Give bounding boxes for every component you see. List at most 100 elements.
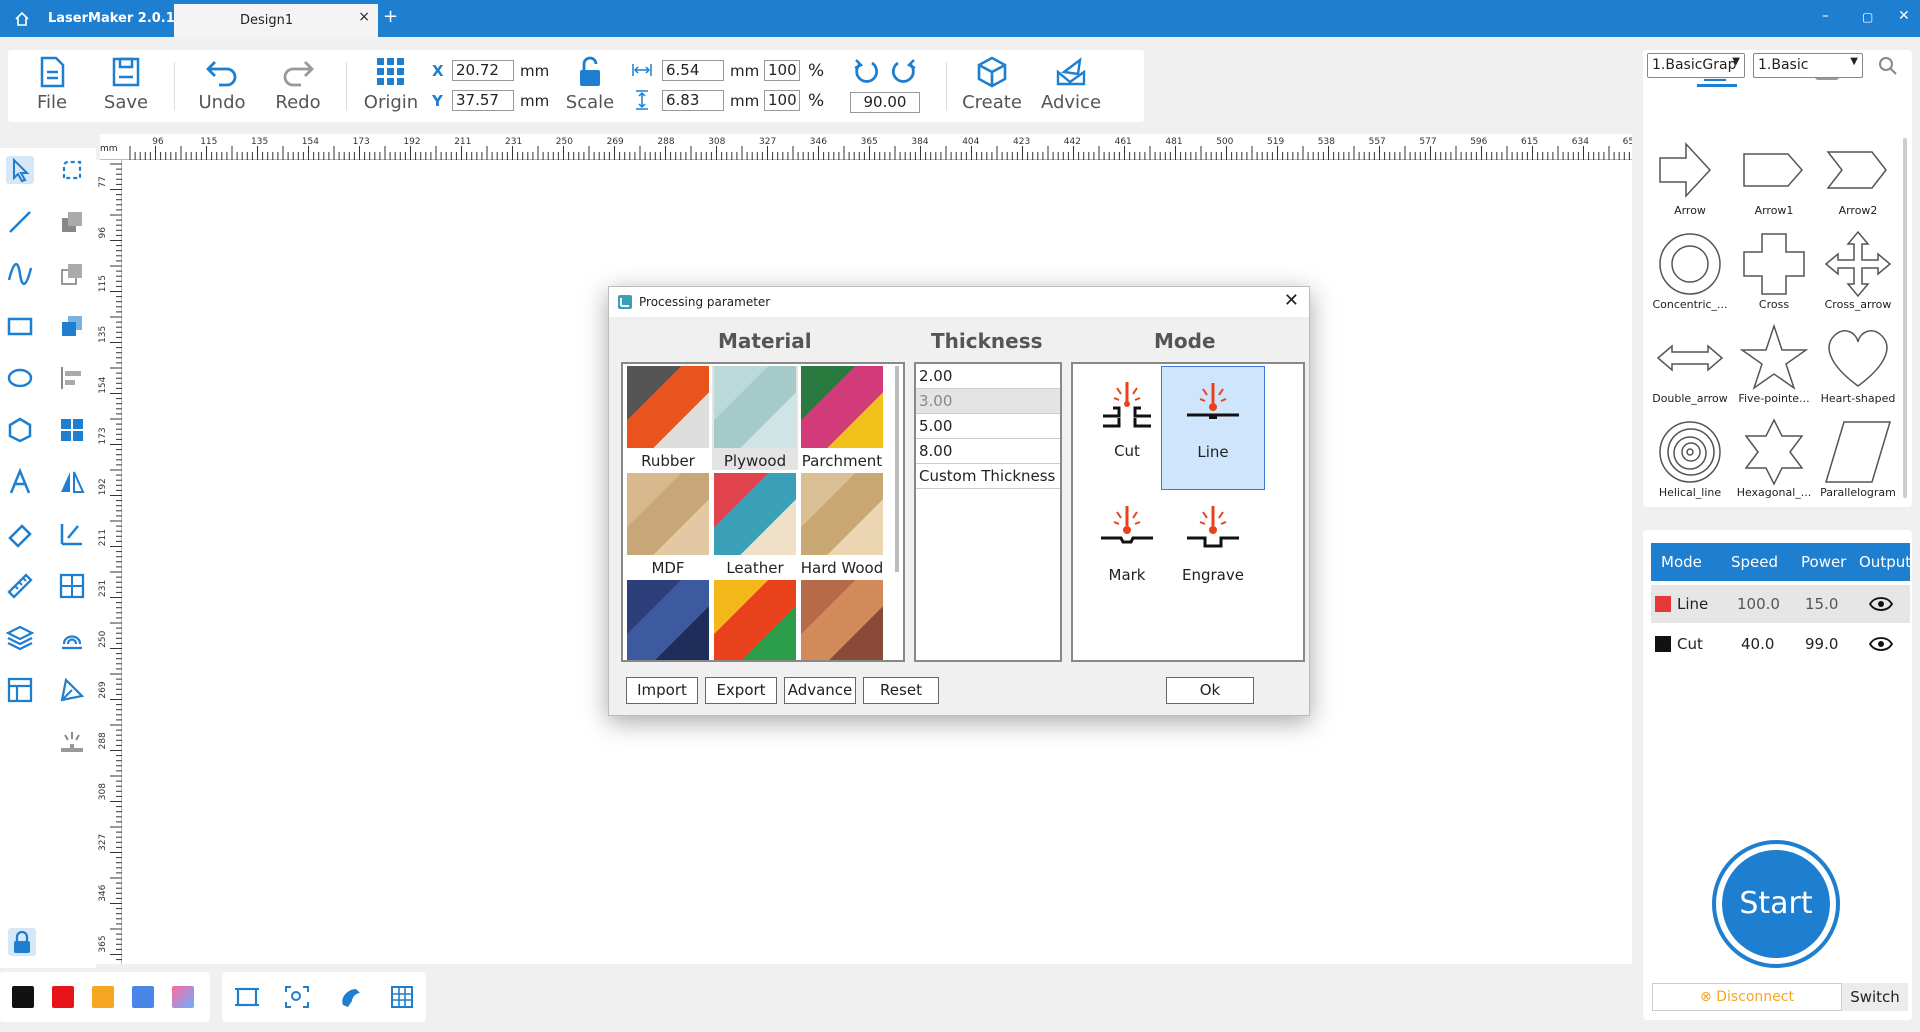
material-item[interactable]: MDF — [625, 473, 711, 577]
close-tab-icon[interactable]: × — [358, 9, 370, 25]
line-tool-icon[interactable] — [6, 208, 34, 236]
height-input[interactable]: 6.83 — [662, 90, 724, 111]
hand-pan-icon[interactable] — [338, 985, 364, 1009]
thickness-option[interactable]: 3.00 — [916, 389, 1060, 414]
shape-item[interactable]: Heart-shaped — [1816, 324, 1900, 405]
ellipse-tool-icon[interactable] — [6, 364, 34, 392]
layers-icon[interactable] — [6, 624, 34, 652]
y-input[interactable]: 37.57 — [452, 90, 514, 111]
scale-button[interactable]: Scale — [564, 56, 616, 113]
ruler-tool-icon[interactable] — [6, 572, 34, 600]
layer-speed[interactable]: 100.0 — [1737, 595, 1780, 613]
layer-color-swatch[interactable] — [1655, 636, 1671, 652]
disconnect-button[interactable]: ⊗ Disconnect — [1652, 983, 1842, 1011]
shape-item[interactable]: Hexagonal_... — [1732, 418, 1816, 499]
layer-color-swatch[interactable] — [1655, 596, 1671, 612]
shape-item[interactable]: Five-pointe... — [1732, 324, 1816, 405]
material-item[interactable]: Leather — [712, 473, 798, 577]
shape-item[interactable]: Arrow — [1648, 136, 1732, 217]
rotation-input[interactable]: 90.00 — [850, 92, 920, 113]
text-tool-icon[interactable] — [6, 468, 34, 496]
shape-item[interactable]: Concentric_... — [1648, 230, 1732, 311]
restore-button[interactable]: ▢ — [1862, 10, 1873, 24]
material-item[interactable]: Hard Wood — [799, 473, 885, 577]
union-icon[interactable] — [58, 208, 86, 236]
subtract-icon[interactable] — [58, 260, 86, 288]
layer-power[interactable]: 15.0 — [1805, 595, 1838, 613]
height-percent-input[interactable]: 100 — [764, 90, 800, 111]
color-swatch-red[interactable] — [52, 986, 74, 1008]
lock-icon[interactable] — [8, 928, 36, 956]
rectangle-tool-icon[interactable] — [6, 312, 34, 340]
create-button[interactable]: Create — [960, 56, 1024, 113]
material-item[interactable]: Rubber — [625, 366, 711, 470]
image-trace-icon[interactable] — [58, 624, 86, 652]
start-button[interactable]: Start — [1712, 840, 1840, 968]
material-scrollbar[interactable] — [895, 366, 899, 572]
x-input[interactable]: 20.72 — [452, 60, 514, 81]
save-button[interactable]: Save — [96, 56, 156, 113]
reset-button[interactable]: Reset — [863, 677, 939, 704]
color-swatch-black[interactable] — [12, 986, 34, 1008]
category-select[interactable]: 1.BasicGrap ▼ — [1647, 53, 1745, 78]
export-button[interactable]: Export — [705, 677, 777, 704]
thickness-option[interactable]: 8.00 — [916, 439, 1060, 464]
shape-item[interactable]: Cross_arrow — [1816, 230, 1900, 311]
rotate-right-icon[interactable] — [890, 58, 918, 86]
rotate-left-icon[interactable] — [852, 58, 880, 86]
thickness-option[interactable]: 2.00 — [916, 364, 1060, 389]
split-icon[interactable] — [58, 572, 86, 600]
align-left-icon[interactable] — [58, 364, 86, 392]
width-input[interactable]: 6.54 — [662, 60, 724, 81]
close-window-button[interactable]: ✕ — [1898, 8, 1910, 24]
grid-icon[interactable] — [390, 985, 414, 1009]
new-tab-button[interactable]: + — [383, 6, 398, 27]
polygon-tool-icon[interactable] — [6, 416, 34, 444]
search-icon[interactable] — [1878, 56, 1898, 76]
file-button[interactable]: File — [26, 56, 78, 113]
shape-item[interactable]: Helical_line — [1648, 418, 1732, 499]
eye-icon[interactable] — [1869, 596, 1893, 612]
material-item[interactable]: Plywood — [712, 366, 798, 470]
eraser-icon[interactable] — [6, 520, 34, 548]
material-item[interactable]: Parchment — [799, 366, 885, 470]
library-scrollbar[interactable] — [1903, 138, 1907, 498]
node-edit-icon[interactable] — [58, 156, 86, 184]
layer-speed[interactable]: 40.0 — [1741, 635, 1774, 653]
laser-spark-icon[interactable] — [58, 728, 86, 756]
material-item[interactable] — [712, 580, 798, 660]
material-item[interactable] — [625, 580, 711, 660]
thickness-option[interactable]: Custom Thickness — [916, 464, 1060, 489]
ok-button[interactable]: Ok — [1166, 677, 1254, 704]
select-arrow-icon[interactable] — [6, 156, 34, 184]
fit-frame-icon[interactable] — [234, 985, 260, 1009]
zoom-fit-icon[interactable] — [284, 985, 310, 1009]
shape-item[interactable]: Double_arrow — [1648, 324, 1732, 405]
material-item[interactable] — [799, 580, 885, 660]
origin-button[interactable]: Origin — [360, 56, 422, 113]
width-percent-input[interactable]: 100 — [764, 60, 800, 81]
mirror-icon[interactable] — [58, 468, 86, 496]
undo-button[interactable]: Undo — [192, 56, 252, 113]
color-swatch-blue[interactable] — [132, 986, 154, 1008]
layer-row-cut[interactable]: Cut 40.0 99.0 — [1651, 625, 1910, 663]
shape-item[interactable]: Arrow1 — [1732, 136, 1816, 217]
shape-item[interactable]: Cross — [1732, 230, 1816, 311]
home-icon[interactable] — [14, 11, 30, 27]
layer-power[interactable]: 99.0 — [1805, 635, 1838, 653]
subcategory-select[interactable]: 1.Basic ▼ — [1753, 53, 1863, 78]
minimize-button[interactable]: – — [1822, 8, 1829, 24]
switch-button[interactable]: Switch — [1842, 983, 1908, 1011]
advice-button[interactable]: Advice — [1038, 56, 1104, 113]
template-layout-icon[interactable] — [6, 676, 34, 704]
curve-tool-icon[interactable] — [6, 260, 34, 288]
mode-option-engrave[interactable]: Engrave — [1161, 490, 1265, 616]
redo-button[interactable]: Redo — [268, 56, 328, 113]
tab-design1[interactable]: Design1 × — [174, 4, 378, 37]
pen-tool-icon[interactable] — [58, 676, 86, 704]
measure-edit-icon[interactable] — [58, 520, 86, 548]
advance-button[interactable]: Advance — [784, 677, 856, 704]
import-button[interactable]: Import — [626, 677, 698, 704]
shape-item[interactable]: Parallelogram — [1816, 418, 1900, 499]
layer-row-line[interactable]: Line 100.0 15.0 — [1651, 585, 1910, 623]
